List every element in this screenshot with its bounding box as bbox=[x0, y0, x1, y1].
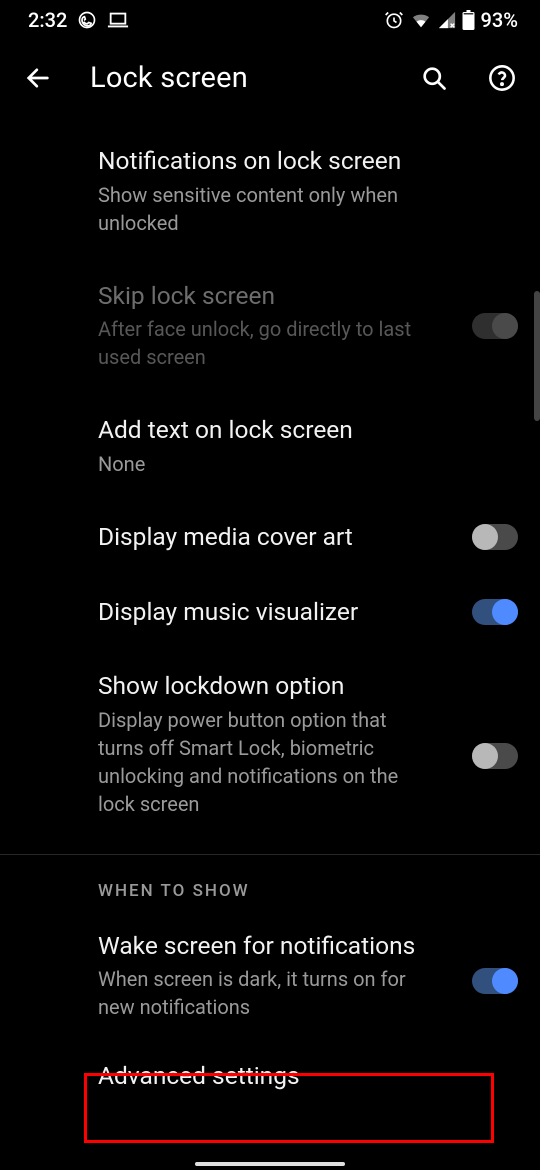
item-title: Display media cover art bbox=[98, 522, 440, 553]
status-time: 2:32 bbox=[28, 8, 67, 32]
battery-icon bbox=[462, 10, 475, 30]
whatsapp-icon bbox=[77, 10, 97, 30]
item-title: Notifications on lock screen bbox=[98, 146, 440, 177]
item-subtitle: When screen is dark, it turns on for new… bbox=[98, 965, 420, 1021]
nav-handle[interactable] bbox=[195, 1162, 345, 1166]
page-title: Lock screen bbox=[90, 61, 382, 95]
app-header: Lock screen bbox=[0, 40, 540, 116]
settings-list[interactable]: Notifications on lock screen Show sensit… bbox=[0, 116, 540, 1170]
back-button[interactable] bbox=[18, 58, 58, 98]
help-button[interactable] bbox=[482, 58, 522, 98]
status-left: 2:32 bbox=[28, 8, 129, 32]
item-title: Skip lock screen bbox=[98, 281, 420, 312]
item-title: Advanced settings bbox=[98, 1061, 440, 1092]
status-bar: 2:32 93% bbox=[0, 0, 540, 40]
item-subtitle: Show sensitive content only when unlocke… bbox=[98, 181, 440, 237]
item-title: Wake screen for notifications bbox=[98, 931, 420, 962]
toggle-switch[interactable] bbox=[472, 743, 518, 769]
search-button[interactable] bbox=[414, 58, 454, 98]
toggle-switch bbox=[472, 313, 518, 339]
setting-skip-lockscreen: Skip lock screen After face unlock, go d… bbox=[0, 259, 540, 394]
toggle-switch[interactable] bbox=[472, 968, 518, 994]
item-subtitle: After face unlock, go directly to last u… bbox=[98, 315, 420, 371]
arrow-left-icon bbox=[24, 64, 52, 92]
setting-add-text[interactable]: Add text on lock screen None bbox=[0, 393, 540, 500]
item-title: Show lockdown option bbox=[98, 671, 410, 702]
setting-display-visualizer[interactable]: Display music visualizer bbox=[0, 575, 540, 650]
setting-show-lockdown[interactable]: Show lockdown option Display power butto… bbox=[0, 649, 540, 840]
status-right: 93% bbox=[384, 8, 518, 32]
item-title: Add text on lock screen bbox=[98, 415, 440, 446]
signal-icon bbox=[438, 11, 456, 29]
setting-notifications-lockscreen[interactable]: Notifications on lock screen Show sensit… bbox=[0, 116, 540, 259]
wifi-icon bbox=[410, 11, 432, 29]
setting-display-cover-art[interactable]: Display media cover art bbox=[0, 500, 540, 575]
setting-wake-screen[interactable]: Wake screen for notifications When scree… bbox=[0, 909, 540, 1044]
help-icon bbox=[488, 64, 516, 92]
search-icon bbox=[420, 64, 448, 92]
toggle-switch[interactable] bbox=[472, 599, 518, 625]
item-subtitle: Display power button option that turns o… bbox=[98, 706, 410, 818]
item-title: Display music visualizer bbox=[98, 597, 440, 628]
battery-percent: 93% bbox=[481, 8, 518, 32]
item-subtitle: None bbox=[98, 450, 440, 478]
toggle-switch[interactable] bbox=[472, 524, 518, 550]
laptop-icon bbox=[107, 10, 129, 30]
alarm-icon bbox=[384, 10, 404, 30]
section-header-when-to-show: WHEN TO SHOW bbox=[0, 855, 540, 909]
setting-advanced[interactable]: Advanced settings bbox=[0, 1043, 540, 1114]
